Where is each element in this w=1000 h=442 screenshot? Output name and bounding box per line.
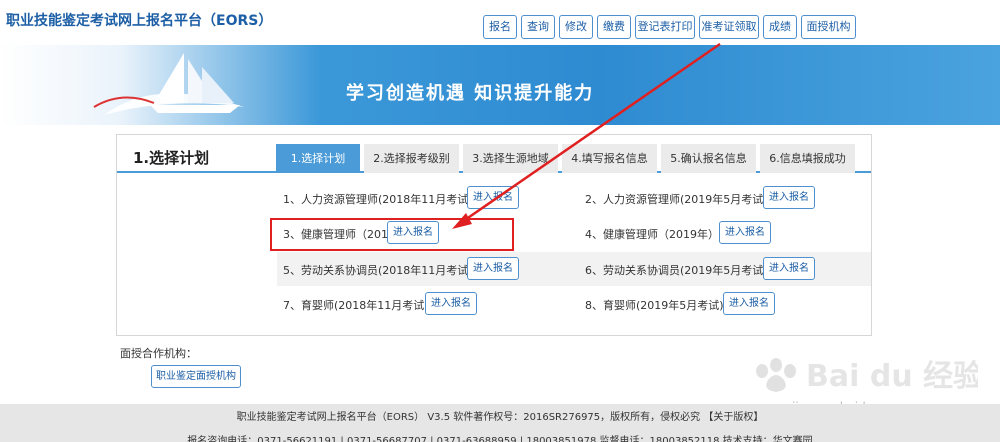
copyright-text: 职业技能鉴定考试网上报名平台（EORS） V3.5 软件著作权号：2016SR2… (236, 412, 764, 423)
partner-institution-button[interactable]: 职业鉴定面授机构 (151, 365, 241, 388)
baidu-watermark-icon: Bai du 经验 (756, 358, 978, 394)
panel-title: 1.选择计划 (133, 149, 210, 167)
top-bar: 职业技能鉴定考试网上报名平台（EORS） 报名 查询 修改 缴费 登记表打印 准… (0, 0, 1000, 42)
enroll-button[interactable]: 进入报名 (719, 221, 771, 244)
enroll-button[interactable]: 进入报名 (467, 186, 519, 209)
footer: 职业技能鉴定考试网上报名平台（EORS） V3.5 软件著作权号：2016SR2… (0, 404, 1000, 442)
plan-row: 1、人力资源管理师(2018年11月考试) 进入报名 2、人力资源管理师(201… (277, 181, 871, 215)
plan-item-label: 5、劳动关系协调员(2018年11月考试) (283, 264, 473, 277)
nav-modify-button[interactable]: 修改 (559, 15, 593, 39)
sailboat-logo-icon (93, 53, 244, 115)
nav-enroll-button[interactable]: 报名 (483, 15, 517, 39)
nav-query-button[interactable]: 查询 (521, 15, 555, 39)
nav-payment-button[interactable]: 缴费 (597, 15, 631, 39)
highlight-annotation-box (270, 218, 514, 251)
step-select-level: 2.选择报考级别 (364, 144, 459, 173)
plan-item: 7、育婴师(2018年11月考试) 进入报名 (277, 287, 577, 321)
nav-scores-button[interactable]: 成绩 (763, 15, 797, 39)
plan-item: 6、劳动关系协调员(2019年5月考试) 进入报名 (577, 252, 871, 286)
plan-item-label: 6、劳动关系协调员(2019年5月考试) (585, 264, 768, 277)
enroll-button[interactable]: 进入报名 (723, 292, 775, 315)
plan-item-label: 8、育婴师(2019年5月考试) (585, 299, 724, 312)
site-title: 职业技能鉴定考试网上报名平台（EORS） (6, 13, 273, 29)
plan-row: 7、育婴师(2018年11月考试) 进入报名 8、育婴师(2019年5月考试) … (277, 287, 871, 321)
plan-item: 4、健康管理师（2019年） 进入报名 (577, 216, 871, 250)
step-confirm-info: 5.确认报名信息 (661, 144, 756, 173)
nav-institutions-button[interactable]: 面授机构 (801, 15, 856, 39)
plan-item: 8、育婴师(2019年5月考试) 进入报名 (577, 287, 871, 321)
banner-slogan: 学习创造机遇 知识提升能力 (346, 83, 595, 104)
page: 职业技能鉴定考试网上报名平台（EORS） 报名 查询 修改 缴费 登记表打印 准… (0, 0, 1000, 442)
step-fill-info: 4.填写报名信息 (562, 144, 657, 173)
plan-item-label: 2、人力资源管理师(2019年5月考试) (585, 193, 768, 206)
enroll-button[interactable]: 进入报名 (467, 257, 519, 280)
plan-item: 1、人力资源管理师(2018年11月考试) 进入报名 (277, 181, 577, 215)
watermark-text: Bai du 经验 (806, 359, 978, 394)
hotline-text: 报名咨询电话：0371-56621191 | 0371-56687707 | 0… (187, 436, 813, 442)
step-success: 6.信息填报成功 (760, 144, 855, 173)
panel-header: 1.选择计划 1.选择计划 2.选择报考级别 3.选择生源地域 4.填写报名信息… (117, 135, 871, 173)
enroll-button[interactable]: 进入报名 (425, 292, 477, 315)
plan-item-label: 1、人力资源管理师(2018年11月考试) (283, 193, 473, 206)
enroll-button[interactable]: 进入报名 (763, 257, 815, 280)
plan-item-label: 7、育婴师(2018年11月考试) (283, 299, 429, 312)
partner-label: 面授合作机构： (120, 347, 197, 360)
step-select-plan: 1.选择计划 (276, 144, 360, 173)
nav-print-form-button[interactable]: 登记表打印 (635, 15, 695, 39)
plan-item: 2、人力资源管理师(2019年5月考试) 进入报名 (577, 181, 871, 215)
plan-row: 5、劳动关系协调员(2018年11月考试) 进入报名 6、劳动关系协调员(201… (277, 252, 871, 286)
enroll-button[interactable]: 进入报名 (763, 186, 815, 209)
plan-item-label: 4、健康管理师（2019年） (585, 228, 719, 241)
banner: 学习创造机遇 知识提升能力 (0, 45, 1000, 125)
plan-item: 5、劳动关系协调员(2018年11月考试) 进入报名 (277, 252, 577, 286)
nav-admission-ticket-button[interactable]: 准考证领取 (699, 15, 759, 39)
step-select-region: 3.选择生源地域 (463, 144, 558, 173)
